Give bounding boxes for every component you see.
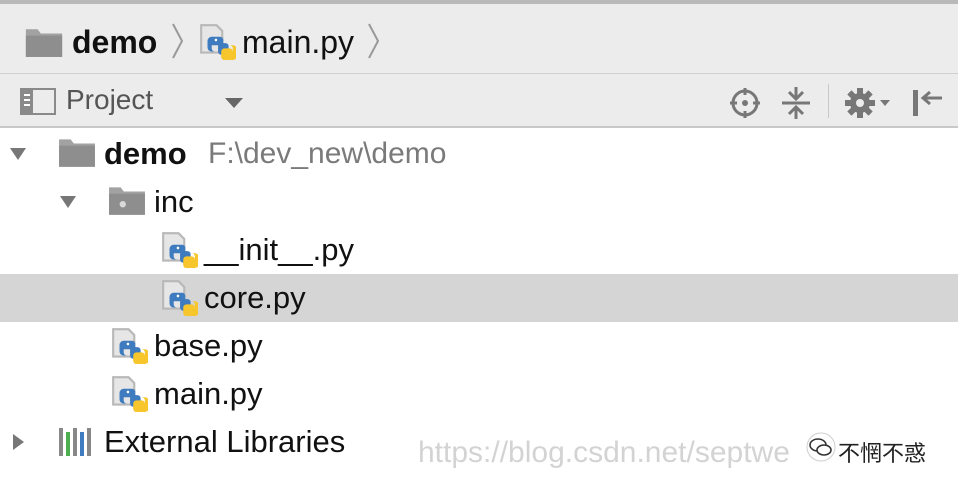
expand-arrow-icon[interactable] [8,144,28,169]
file-name: __init__.py [204,232,354,267]
expand-arrow-icon[interactable] [58,192,78,217]
external-libraries-label: External Libraries [104,424,346,459]
hide-panel-icon[interactable] [910,86,944,125]
python-file-icon [198,22,236,65]
python-file-icon [160,230,198,273]
package-folder-icon [108,184,146,221]
chevron-right-icon [366,18,382,69]
root-folder-name: demo [104,136,187,171]
dropdown-arrow-icon[interactable] [224,96,244,114]
project-view-icon [20,86,56,121]
python-file-icon [160,278,198,321]
breadcrumb-file[interactable]: main.py [242,20,354,64]
python-file-icon [110,326,148,369]
project-view-selector[interactable]: Project [66,84,153,116]
navigation-bar: demo main.py [0,0,958,74]
library-icon [58,426,96,463]
wechat-icon [806,432,836,467]
project-tool-header: Project [0,74,958,128]
breadcrumb-project[interactable]: demo [72,20,157,64]
collapse-all-icon[interactable] [780,86,812,125]
file-name: core.py [204,280,306,315]
watermark-account: 不惘不惑 [838,442,927,467]
crosshair-icon[interactable] [728,86,762,125]
root-folder-path: F:\dev_new\demo [208,137,447,170]
gear-icon[interactable] [844,86,892,125]
watermark-url: https://blog.csdn.net/septwe [418,436,790,469]
python-file-icon [110,374,148,417]
folder-icon [24,26,64,63]
folder-icon [58,136,96,173]
tree-node-root[interactable]: demo F:\dev_new\demo [0,130,958,178]
inc-folder-name: inc [154,184,194,219]
file-name: base.py [154,328,263,363]
tree-node-base-py[interactable]: base.py [0,322,958,370]
tree-node-inc[interactable]: inc [0,178,958,226]
file-name: main.py [154,376,263,411]
tree-node-init-py[interactable]: __init__.py [0,226,958,274]
tree-node-main-py[interactable]: main.py [0,370,958,418]
chevron-right-icon [170,18,186,69]
tree-node-core-py[interactable]: core.py [0,274,958,322]
expand-arrow-icon[interactable] [8,432,28,457]
